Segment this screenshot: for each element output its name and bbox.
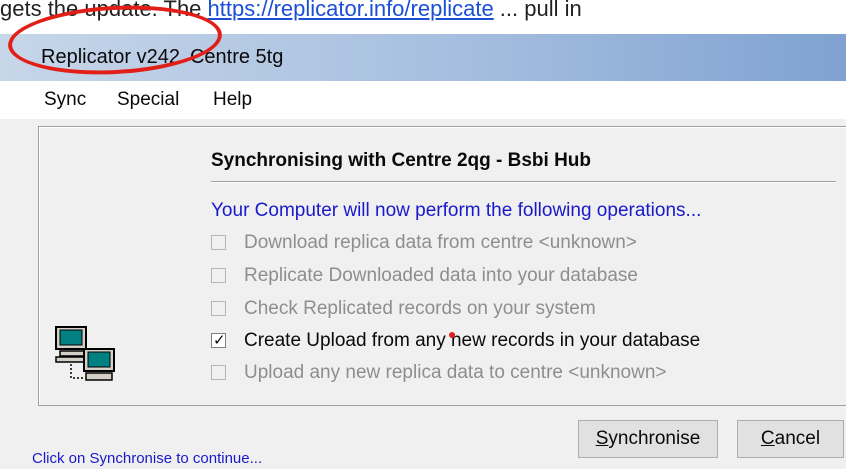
operation-label: Upload any new replica data to centre <u… [244,362,667,383]
synchronise-label: ynchronise [608,428,701,449]
document-link[interactable]: https://replicator.info/replicate [208,0,494,21]
operation-label[interactable]: Create Upload from any new records in yo… [244,330,700,352]
document-text-after: ... pull in [493,0,582,21]
menu-special[interactable]: Special [117,89,179,111]
cancel-label: ancel [774,428,821,449]
operation-checkbox [211,235,226,250]
annotation-dot [449,332,455,338]
synchronise-button[interactable]: Synchronise [578,420,718,458]
menu-sync[interactable]: Sync [44,89,86,111]
menu-help[interactable]: Help [213,89,252,111]
operation-checkbox [211,365,226,380]
checkmark-icon: ✓ [213,332,226,349]
heading-separator [211,181,836,183]
sync-heading: Synchronising with Centre 2qg - Bsbi Hub [211,150,592,171]
status-message: Click on Synchronise to continue... [32,450,263,467]
operation-label: Check Replicated records on your system [244,298,596,319]
networked-computers-icon [55,326,115,381]
operation-label: Replicate Downloaded data into your data… [244,265,638,286]
operation-checkbox[interactable]: ✓ [211,332,226,349]
operations-intro: Your Computer will now perform the follo… [211,200,702,221]
synchronise-mnemonic: S [595,428,609,449]
operation-checkbox [211,301,226,316]
operation-checkbox [211,268,226,283]
menu-bar: Sync Special Help [0,81,846,119]
cancel-mnemonic: C [760,428,775,449]
operation-label: Download replica data from centre <unkno… [244,232,637,253]
cancel-button[interactable]: Cancel [737,420,844,458]
